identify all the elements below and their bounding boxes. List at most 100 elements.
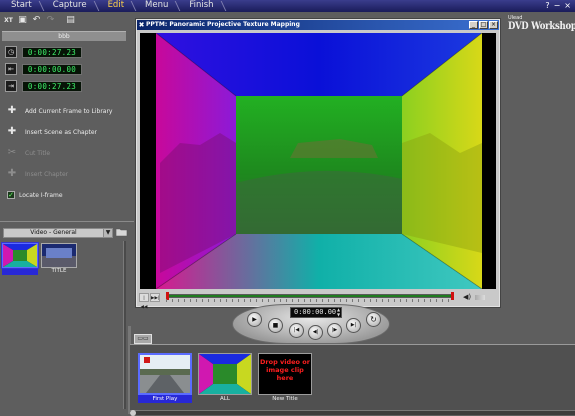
room-thumbnail xyxy=(199,354,251,394)
library-items: TITLE xyxy=(1,242,77,275)
library-thumbnail-pptm[interactable] xyxy=(1,242,39,269)
mark-out-button[interactable]: ▶▶| xyxy=(150,293,160,302)
panel-divider xyxy=(0,221,134,222)
add-frame-label: Add Current Frame to Library xyxy=(25,107,113,115)
step-edit[interactable]: Edit xyxy=(97,0,134,12)
left-panel: bbb ◷ 0:00:27.23 ⇤ 0:00:00.00 ⇥ 0:00:27.… xyxy=(2,31,126,200)
drop-target-placeholder[interactable]: Drop video or image clip here xyxy=(258,353,312,395)
storyboard-item[interactable]: Drop video or image clip here New Title xyxy=(258,353,312,403)
insert-chapter-label: Insert Chapter xyxy=(25,170,69,178)
library-item-label: TITLE xyxy=(51,268,67,274)
app-icon: ✖ xyxy=(138,20,145,29)
preview-control-bar: |◀◀ ▶▶| ◀) xyxy=(139,291,497,310)
undo-icon[interactable]: ↶ xyxy=(31,15,42,26)
open-folder-icon[interactable] xyxy=(115,227,128,238)
add-frame-to-library-button[interactable]: ✚ Add Current Frame to Library xyxy=(2,104,126,118)
mark-out-row: ⇥ 0:00:27.23 xyxy=(2,80,126,92)
insert-scene-as-chapter-button[interactable]: ✚ Insert Scene as Chapter xyxy=(2,125,126,139)
app-window: Start Capture Edit Menu Finish ? − × XT … xyxy=(0,0,575,416)
library-item[interactable]: TITLE xyxy=(41,243,77,275)
playback-timecode[interactable]: 0:00:00.00 xyxy=(290,307,342,318)
step-start[interactable]: Start xyxy=(0,0,42,12)
window-controls: ? − × xyxy=(545,1,571,11)
room-thumbnail xyxy=(3,244,37,267)
storyboard-item-label: First Play xyxy=(138,395,192,403)
storyboard: First Play ALL Drop video or image clip … xyxy=(130,344,575,410)
clock-icon: ◷ xyxy=(5,46,17,58)
storyboard-item[interactable]: ALL xyxy=(198,353,252,403)
preview-close-button[interactable]: × xyxy=(489,21,498,29)
close-button[interactable]: × xyxy=(564,1,571,11)
preview-title-bar[interactable]: ✖ PPTM: Panoramic Projective Texture Map… xyxy=(137,20,499,30)
library-category-value: Video - General xyxy=(30,229,77,236)
step-menu[interactable]: Menu xyxy=(134,0,178,12)
insert-chapter-button[interactable]: ✚ Insert Chapter xyxy=(2,167,126,181)
step-finish[interactable]: Finish xyxy=(178,0,223,12)
volume-icon[interactable]: ◀) xyxy=(463,293,473,302)
folder-icon xyxy=(115,228,128,237)
spin-down-icon[interactable]: ▼ xyxy=(336,312,341,318)
panoramic-cube-image xyxy=(140,33,496,289)
duration-timecode[interactable]: 0:00:27.23 xyxy=(22,46,82,58)
save-as-icon[interactable]: ▤ xyxy=(65,15,76,26)
stop-button[interactable]: ■ xyxy=(268,318,283,333)
redo-icon[interactable]: ↷ xyxy=(45,15,56,26)
title-name: bbb xyxy=(2,31,126,41)
storyboard-items: First Play ALL Drop video or image clip … xyxy=(138,353,312,403)
step-back-button[interactable]: ◀| xyxy=(308,325,323,340)
storyboard-item[interactable]: First Play xyxy=(138,353,192,403)
mark-out-timecode[interactable]: 0:00:27.23 xyxy=(22,80,82,92)
help-button[interactable]: ? xyxy=(545,1,549,11)
library-scrollbar[interactable] xyxy=(123,241,126,409)
scrollbar-thumb[interactable] xyxy=(130,410,136,416)
cut-icon: ✂ xyxy=(7,147,17,158)
storyboard-item-label: New Title xyxy=(272,396,298,402)
brand-name: DVD Workshop xyxy=(508,21,575,32)
preview-title: PPTM: Panoramic Projective Texture Mappi… xyxy=(146,21,300,28)
cut-title-button[interactable]: ✂ Cut Title xyxy=(2,146,126,160)
preview-video xyxy=(140,33,496,289)
preview-maximize-button[interactable]: □ xyxy=(479,21,488,29)
road-thumbnail xyxy=(140,355,190,393)
step-capture[interactable]: Capture xyxy=(42,0,97,12)
mark-in-timecode[interactable]: 0:00:00.00 xyxy=(22,63,82,75)
mark-out-icon[interactable]: ⇥ xyxy=(5,80,17,92)
step-forward-button[interactable]: |▶ xyxy=(327,323,342,338)
all-thumbnail[interactable] xyxy=(198,353,252,395)
locate-iframe-option: ✓ Locate I-frame xyxy=(2,190,126,200)
chevron-down-icon[interactable]: ▼ xyxy=(103,229,112,237)
insert-scene-label: Insert Scene as Chapter xyxy=(25,128,98,136)
mark-in-icon[interactable]: ⇤ xyxy=(5,63,17,75)
mark-in-button[interactable]: |◀◀ xyxy=(139,293,149,310)
timecode-spinner[interactable]: ▲ ▼ xyxy=(336,307,341,318)
main-toolbar: XT ▣ ↶ ↷ ▤ xyxy=(3,15,76,26)
workflow-steps: Start Capture Edit Menu Finish xyxy=(0,0,224,12)
next-button[interactable]: ▶| xyxy=(346,318,361,333)
storyboard-view-button[interactable]: ▭▭ xyxy=(134,334,152,344)
first-play-thumbnail[interactable] xyxy=(138,353,192,395)
library-category-select[interactable]: Video - General ▼ xyxy=(3,228,113,238)
timeline-ticks xyxy=(166,299,454,302)
volume-slider[interactable] xyxy=(475,295,485,300)
library-item-label xyxy=(2,268,38,275)
duration-row: ◷ 0:00:27.23 xyxy=(2,46,126,58)
xt-icon[interactable]: XT xyxy=(3,15,14,26)
preview-timeline[interactable] xyxy=(166,292,454,302)
insert-chapter-icon: ✚ xyxy=(7,168,17,179)
mark-in-row: ⇤ 0:00:00.00 xyxy=(2,63,126,75)
insert-scene-icon: ✚ xyxy=(7,126,17,137)
locate-iframe-checkbox[interactable]: ✓ xyxy=(7,191,15,199)
storyboard-scrollbar[interactable] xyxy=(130,410,575,416)
minimize-button[interactable]: − xyxy=(554,1,561,11)
library-thumbnail-title[interactable] xyxy=(41,243,77,268)
repeat-button[interactable]: ↻ xyxy=(366,312,381,327)
preview-minimize-button[interactable]: _ xyxy=(469,21,478,29)
playback-controls: ▶ ■ |◀ ◀| |▶ ▶| ↻ 0:00:00.00 ▲ ▼ xyxy=(232,304,390,344)
play-button[interactable]: ▶ xyxy=(247,312,262,327)
title-thumbnail xyxy=(42,244,76,267)
workflow-bar: Start Capture Edit Menu Finish ? − × xyxy=(0,0,575,12)
save-icon[interactable]: ▣ xyxy=(17,15,28,26)
library-item[interactable] xyxy=(1,242,39,275)
locate-iframe-label: Locate I-frame xyxy=(19,191,63,199)
previous-button[interactable]: |◀ xyxy=(289,323,304,338)
